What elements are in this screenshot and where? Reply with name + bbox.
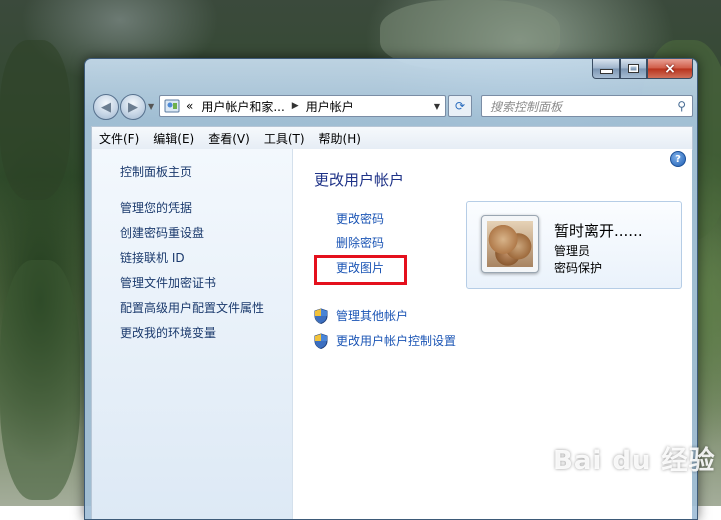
menu-bar: 文件(F) 编辑(E) 查看(V) 工具(T) 帮助(H) xyxy=(91,126,693,150)
maximize-button[interactable] xyxy=(620,59,647,79)
search-icon[interactable]: ⚲ xyxy=(677,99,686,113)
highlight-box xyxy=(314,255,407,285)
breadcrumb-separator-icon[interactable]: ▶ xyxy=(292,101,299,111)
sidebar-item-link-online-id[interactable]: 链接联机 ID xyxy=(120,249,185,266)
wallpaper-rock xyxy=(0,260,80,500)
uac-settings-label[interactable]: 更改用户帐户控制设置 xyxy=(336,332,456,349)
remove-password-link[interactable]: 删除密码 xyxy=(336,234,384,251)
close-button[interactable]: × xyxy=(647,59,693,79)
sidebar-item-control-panel-home[interactable]: 控制面板主页 xyxy=(120,163,192,180)
menu-help[interactable]: 帮助(H) xyxy=(312,130,368,147)
page-title: 更改用户帐户 xyxy=(314,171,405,189)
user-name: 暂时离开...... xyxy=(554,222,643,240)
baidu-watermark: Bai du 经验 jingyan.baidu.com xyxy=(553,440,716,488)
menu-file[interactable]: 文件(F) xyxy=(92,130,146,147)
manage-other-accounts-label[interactable]: 管理其他帐户 xyxy=(336,307,408,324)
close-icon: × xyxy=(664,60,676,77)
avatar xyxy=(481,215,539,273)
forward-button[interactable]: ▶ xyxy=(120,94,146,120)
minimize-button[interactable] xyxy=(592,59,620,79)
address-dropdown-icon[interactable]: ▼ xyxy=(434,102,440,111)
caption-buttons: × xyxy=(592,59,693,79)
manage-other-accounts-link[interactable]: 管理其他帐户 xyxy=(314,307,408,324)
recent-pages-dropdown[interactable]: ▼ xyxy=(148,102,154,111)
user-role: 管理员 xyxy=(554,244,591,258)
sidebar: 控制面板主页 管理您的凭据 创建密码重设盘 链接联机 ID 管理文件加密证书 配… xyxy=(92,149,293,519)
user-card: 暂时离开...... 管理员 密码保护 xyxy=(466,201,682,289)
sidebar-item-manage-credentials[interactable]: 管理您的凭据 xyxy=(120,199,192,216)
menu-tools[interactable]: 工具(T) xyxy=(257,130,312,147)
refresh-icon: ⟳ xyxy=(454,99,466,113)
breadcrumb-user-accounts[interactable]: 用户帐户 xyxy=(306,98,354,115)
refresh-button[interactable]: ⟳ xyxy=(448,95,472,117)
sidebar-item-environment-variables[interactable]: 更改我的环境变量 xyxy=(120,324,216,341)
change-password-link[interactable]: 更改密码 xyxy=(336,210,384,227)
user-picture xyxy=(487,221,533,267)
address-overflow[interactable]: « xyxy=(186,99,193,113)
breadcrumb-user-accounts-family[interactable]: 用户帐户和家... xyxy=(201,98,284,115)
sidebar-item-profile-properties[interactable]: 配置高级用户配置文件属性 xyxy=(120,299,264,316)
search-placeholder[interactable]: 搜索控制面板 xyxy=(490,98,677,115)
search-box[interactable]: 搜索控制面板 ⚲ xyxy=(481,95,693,117)
arrow-right-icon: ▶ xyxy=(128,99,138,115)
maximize-icon xyxy=(628,64,639,73)
menu-view[interactable]: 查看(V) xyxy=(201,130,257,147)
back-button[interactable]: ◀ xyxy=(93,94,119,120)
help-icon[interactable]: ? xyxy=(670,151,686,167)
minimize-icon xyxy=(599,69,613,74)
sidebar-item-password-reset-disk[interactable]: 创建密码重设盘 xyxy=(120,224,204,241)
watermark-logo: Bai du 经验 xyxy=(553,446,716,476)
uac-settings-link[interactable]: 更改用户帐户控制设置 xyxy=(314,332,456,349)
uac-shield-icon xyxy=(314,332,328,349)
password-status: 密码保护 xyxy=(554,261,603,275)
uac-shield-icon xyxy=(314,307,328,324)
sidebar-item-file-encryption-certs[interactable]: 管理文件加密证书 xyxy=(120,274,216,291)
control-panel-icon xyxy=(164,99,180,113)
wallpaper-rock xyxy=(0,40,70,200)
navigation-bar: ◀ ▶ ▼ « 用户帐户和家... ▶ 用户帐户 ▼ ⟳ 搜索控制面板 ⚲ xyxy=(91,93,693,120)
arrow-left-icon: ◀ xyxy=(101,99,111,115)
menu-edit[interactable]: 编辑(E) xyxy=(146,130,201,147)
address-bar[interactable]: « 用户帐户和家... ▶ 用户帐户 ▼ xyxy=(159,95,446,117)
